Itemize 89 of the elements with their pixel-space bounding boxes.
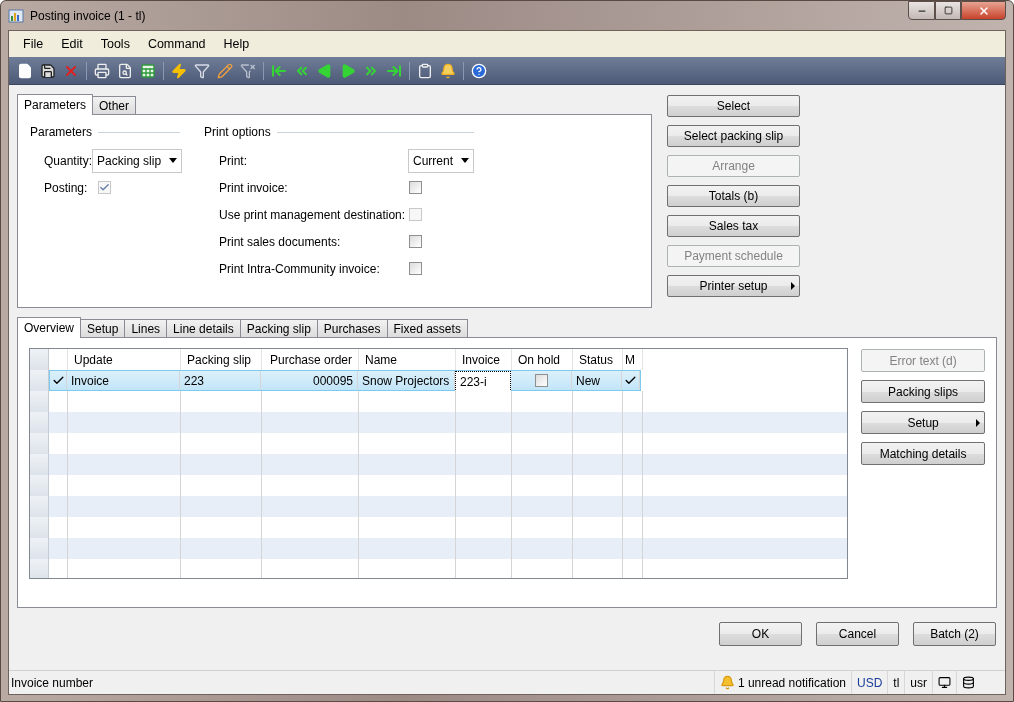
table-cell: Invoice [71, 373, 110, 388]
tab[interactable]: Setup [80, 319, 126, 338]
table-cell: 223 [184, 373, 205, 388]
row-selector[interactable] [30, 517, 49, 538]
field-label: Print sales documents: [219, 234, 342, 249]
print-icon[interactable] [94, 62, 110, 79]
tab[interactable]: Other [92, 96, 137, 115]
field-label: Print: [219, 153, 248, 168]
invoice-input[interactable]: 223-i [455, 371, 511, 392]
company-text[interactable]: tl [893, 675, 900, 690]
close-icon [977, 4, 990, 17]
table-cell: New [576, 373, 600, 388]
group-heading: Parameters [30, 125, 93, 139]
app-icon [8, 7, 24, 24]
dialog-button[interactable]: Batch (2) [913, 622, 996, 646]
action-button[interactable]: Sales tax [667, 215, 800, 237]
action-button[interactable]: Select packing slip [667, 125, 800, 147]
tab[interactable]: Overview [17, 317, 81, 338]
row-selector[interactable] [30, 391, 49, 412]
status-text: Invoice number [10, 675, 94, 690]
action-button[interactable]: Totals (b) [667, 185, 800, 207]
table-cell: Snow Projectors [362, 373, 450, 388]
minimize-button[interactable] [908, 1, 935, 20]
save-icon[interactable] [40, 62, 56, 79]
lightning-icon[interactable] [171, 62, 187, 79]
dialog-button[interactable]: Cancel [816, 622, 899, 646]
tab[interactable]: Packing slip [239, 319, 318, 338]
tab[interactable]: Line details [166, 319, 241, 338]
field-label: Print Intra-Community invoice: [219, 261, 381, 276]
checkbox[interactable] [409, 235, 422, 248]
row-selector[interactable] [30, 496, 49, 517]
menu-item[interactable]: Tools [92, 37, 138, 51]
checkbox[interactable] [409, 262, 422, 275]
pencil-icon[interactable] [217, 62, 233, 79]
next-icon[interactable] [340, 62, 356, 79]
spreadsheet-icon[interactable] [140, 62, 156, 79]
quantity-dropdown[interactable]: Packing slip [92, 148, 183, 173]
clipboard-icon[interactable] [417, 62, 433, 79]
filter-clear-icon[interactable] [240, 62, 256, 79]
bell-icon[interactable] [719, 675, 735, 690]
notification-text[interactable]: 1 unread notification [737, 675, 846, 690]
tab[interactable]: Parameters [17, 94, 94, 115]
close-button[interactable] [961, 1, 1006, 20]
previous-icon[interactable] [317, 62, 333, 79]
first-record-icon[interactable] [271, 62, 287, 79]
menu-item[interactable]: Command [139, 37, 214, 51]
menu-item[interactable]: Edit [53, 37, 91, 51]
help-icon[interactable] [471, 62, 487, 79]
action-button[interactable]: Select [667, 95, 800, 117]
field-label: Posting: [44, 180, 89, 195]
bell-icon[interactable] [440, 62, 456, 79]
menu-item[interactable]: File [15, 37, 52, 51]
checkbox[interactable] [409, 181, 422, 194]
row-selector[interactable] [30, 412, 49, 433]
menu-item[interactable]: Help [215, 37, 258, 51]
tab[interactable]: Lines [124, 319, 168, 338]
filter-icon[interactable] [194, 62, 210, 79]
row-selector[interactable] [30, 454, 49, 475]
row-selector[interactable] [30, 475, 49, 496]
last-record-icon[interactable] [386, 62, 402, 79]
layer-text[interactable]: usr [910, 675, 927, 690]
maximize-button[interactable] [935, 1, 961, 20]
currency-text[interactable]: USD [857, 675, 883, 690]
computer-icon[interactable] [938, 676, 951, 689]
dialog-button[interactable]: OK [719, 622, 802, 646]
action-button[interactable]: Setup [861, 411, 985, 434]
maximize-icon [943, 6, 953, 15]
tab[interactable]: Fixed assets [386, 319, 468, 338]
database-icon[interactable] [962, 676, 975, 689]
checkbox[interactable] [534, 374, 548, 387]
row-selector[interactable] [30, 538, 49, 559]
print-preview-icon[interactable] [117, 62, 133, 79]
window-title: Posting invoice (1 - tl) [30, 8, 146, 23]
field-label: Quantity: [44, 153, 93, 168]
action-button[interactable]: Matching details [861, 442, 985, 465]
row-selector[interactable] [30, 349, 49, 370]
row-selector[interactable] [30, 433, 49, 454]
row-selector[interactable] [30, 559, 49, 578]
print-dropdown[interactable]: Current [408, 148, 474, 173]
grid-row[interactable]: Invoice 223 000095 Snow Projectors 223-i New [49, 370, 641, 391]
field-label: Use print management destination: [219, 207, 407, 222]
action-button[interactable]: Printer setup [667, 275, 800, 297]
action-button[interactable]: Packing slips [861, 380, 985, 403]
row-selector[interactable] [30, 370, 49, 391]
field-label: Print invoice: [219, 180, 289, 195]
new-document-icon[interactable] [17, 62, 33, 79]
group-heading: Print options [204, 125, 271, 139]
table-cell: 000095 [312, 373, 353, 388]
tab[interactable]: Purchases [316, 319, 388, 338]
